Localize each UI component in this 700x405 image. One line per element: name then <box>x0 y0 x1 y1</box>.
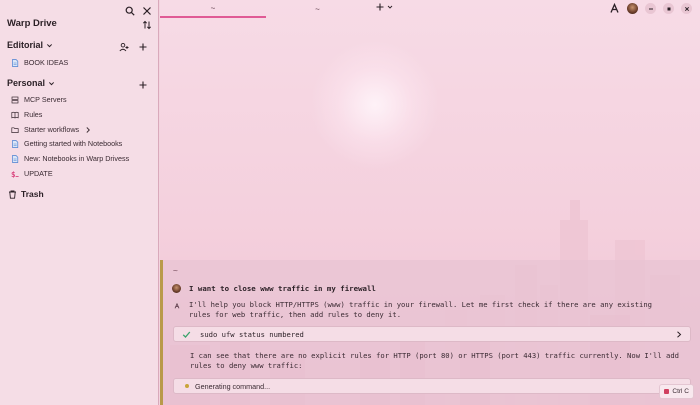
new-tab-button[interactable] <box>376 3 393 11</box>
chevron-right-icon[interactable] <box>676 331 682 338</box>
drive-item-update[interactable]: $ UPDATE <box>11 169 53 178</box>
plus-icon <box>376 3 384 11</box>
window-close-button[interactable] <box>681 3 692 14</box>
tab-label: ~ <box>315 4 320 14</box>
tab-1[interactable]: ~ <box>160 0 266 18</box>
check-icon <box>182 331 191 338</box>
drive-item-mcp-servers[interactable]: MCP Servers <box>11 95 67 104</box>
status-dot <box>185 384 189 388</box>
user-query: I want to close www traffic in my firewa… <box>189 284 376 293</box>
search-icon[interactable] <box>124 5 135 16</box>
terminal-icon: $ <box>11 170 19 178</box>
personal-actions <box>137 79 148 90</box>
agent-conversation-block: ~ I want to close www traffic in my fire… <box>160 260 700 405</box>
sort-icon[interactable] <box>141 19 152 30</box>
ai-response-row: I'll help you block HTTP/HTTPS (www) tra… <box>172 300 672 320</box>
tab-bar: ~ ~ <box>160 0 700 18</box>
ai-message: I can see that there are no explicit rul… <box>190 351 679 370</box>
sidebar-top-actions <box>124 5 152 16</box>
tab-2[interactable]: ~ <box>270 0 365 18</box>
cancel-shortcut: Ctrl C <box>672 388 689 395</box>
chevron-down-icon <box>46 43 53 47</box>
warp-ai-icon <box>172 301 181 310</box>
drive-item-label: Getting started with Notebooks <box>24 139 123 148</box>
drive-item-label: UPDATE <box>24 169 53 178</box>
tab-label: ~ <box>210 3 216 13</box>
minimize-icon <box>648 8 653 9</box>
cancel-button[interactable]: Ctrl C <box>659 384 694 399</box>
book-icon <box>11 111 19 118</box>
svg-text:$: $ <box>11 170 16 178</box>
drive-item-rules[interactable]: Rules <box>11 110 42 119</box>
maximize-button[interactable] <box>663 3 674 14</box>
user-avatar <box>172 284 181 293</box>
section-editorial-label: Editorial <box>7 40 44 50</box>
warp-drive-sidebar: Warp Drive Editorial BOOK IDEAS Personal… <box>0 0 159 405</box>
avatar[interactable] <box>627 3 638 14</box>
trash-icon <box>9 190 16 199</box>
chevron-down-icon <box>49 81 55 85</box>
chevron-right-icon <box>86 126 91 133</box>
document-icon <box>12 58 19 67</box>
drive-item-label: BOOK IDEAS <box>24 58 69 67</box>
generating-label: Generating command... <box>195 381 271 391</box>
document-icon <box>12 139 19 148</box>
prompt-directory: ~ <box>173 266 178 275</box>
drive-item-label: Starter workflows <box>24 125 80 134</box>
editorial-actions <box>118 41 148 52</box>
drive-item-book-ideas[interactable]: BOOK IDEAS <box>11 58 68 67</box>
sidebar-title: Warp Drive <box>7 18 57 29</box>
maximize-icon <box>667 7 670 10</box>
plus-icon[interactable] <box>137 79 148 90</box>
section-personal-label: Personal <box>7 78 46 88</box>
folder-icon <box>11 126 19 133</box>
generating-command-block: Generating command... <box>173 378 691 394</box>
plus-icon[interactable] <box>137 41 148 52</box>
close-icon[interactable] <box>141 5 152 16</box>
section-editorial[interactable]: Editorial <box>7 40 53 50</box>
executed-command-block[interactable]: sudo ufw status numbered <box>173 326 691 342</box>
add-member-icon[interactable] <box>118 41 129 52</box>
drive-item-getting-started[interactable]: Getting started with Notebooks <box>11 139 122 148</box>
minimize-button[interactable] <box>645 3 656 14</box>
drive-item-label: New: Notebooks in Warp Drivess <box>24 154 130 163</box>
drive-item-label: MCP Servers <box>24 95 67 104</box>
chevron-down-icon[interactable] <box>387 4 393 10</box>
trash-label: Trash <box>21 189 44 199</box>
window-controls <box>609 3 692 14</box>
drive-item-starter-workflows[interactable]: Starter workflows <box>11 125 92 134</box>
document-icon <box>12 154 19 163</box>
warp-ai-icon[interactable] <box>609 3 620 14</box>
ai-message: I'll help you block HTTP/HTTPS (www) tra… <box>189 300 653 319</box>
close-icon <box>684 6 689 11</box>
section-personal[interactable]: Personal <box>7 78 55 88</box>
terminal-pane: ~ ~ ~ I want to close www traffic in my … <box>160 0 700 405</box>
drive-item-label: Rules <box>24 110 43 119</box>
command-text: sudo ufw status numbered <box>200 329 304 339</box>
stop-icon <box>664 389 670 394</box>
server-icon <box>11 96 19 103</box>
trash-item[interactable]: Trash <box>8 189 44 199</box>
drive-item-new-notebooks[interactable]: New: Notebooks in Warp Drivess <box>11 154 129 163</box>
user-query-row: I want to close www traffic in my firewa… <box>172 284 376 293</box>
